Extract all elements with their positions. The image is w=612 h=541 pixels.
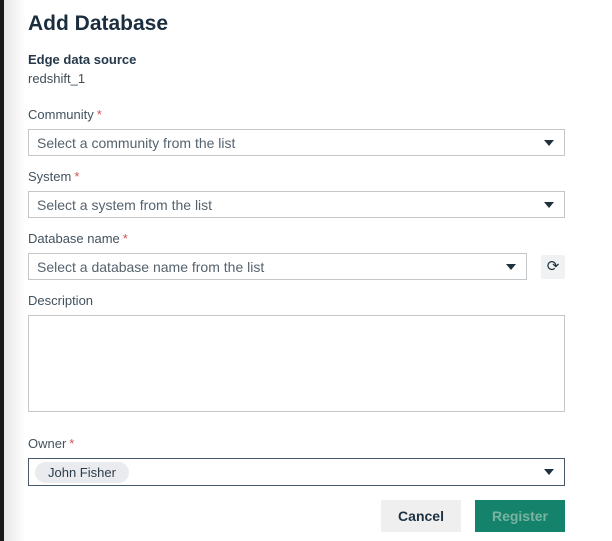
description-textarea[interactable] [28,315,565,412]
database-name-field: Database name* Select a database name fr… [28,231,565,280]
required-asterisk: * [69,436,74,451]
owner-select[interactable]: John Fisher [28,458,565,486]
chevron-down-icon [544,140,554,146]
system-select[interactable]: Select a system from the list [28,191,565,218]
community-field: Community* Select a community from the l… [28,107,565,156]
owner-field: Owner* John Fisher [28,436,565,486]
chevron-down-icon [544,202,554,208]
cancel-button[interactable]: Cancel [381,500,461,532]
required-asterisk: * [97,107,102,122]
add-database-dialog: Add Database Edge data source redshift_1… [28,12,565,532]
community-label: Community* [28,107,565,123]
community-placeholder: Select a community from the list [37,135,235,151]
dialog-shadow [4,0,25,541]
required-asterisk: * [74,169,79,184]
refresh-icon: ⟳ [547,258,560,275]
database-name-select[interactable]: Select a database name from the list [28,253,527,280]
description-field: Description [28,293,565,412]
dialog-title: Add Database [28,12,565,36]
register-button[interactable]: Register [475,500,565,532]
owner-chip[interactable]: John Fisher [35,462,129,483]
chevron-down-icon [544,469,554,475]
database-name-label: Database name* [28,231,565,247]
edge-data-source-block: Edge data source redshift_1 [28,52,565,87]
required-asterisk: * [123,231,128,246]
system-placeholder: Select a system from the list [37,197,212,213]
edge-data-source-value: redshift_1 [28,71,565,87]
database-name-placeholder: Select a database name from the list [37,259,264,275]
owner-label: Owner* [28,436,565,452]
community-select[interactable]: Select a community from the list [28,129,565,156]
database-name-row: Select a database name from the list ⟳ [28,253,565,280]
refresh-button[interactable]: ⟳ [541,255,565,279]
dialog-footer: Cancel Register [28,500,565,532]
edge-data-source-label: Edge data source [28,52,565,68]
description-label: Description [28,293,565,309]
chevron-down-icon [506,264,516,270]
system-label: System* [28,169,565,185]
system-field: System* Select a system from the list [28,169,565,218]
